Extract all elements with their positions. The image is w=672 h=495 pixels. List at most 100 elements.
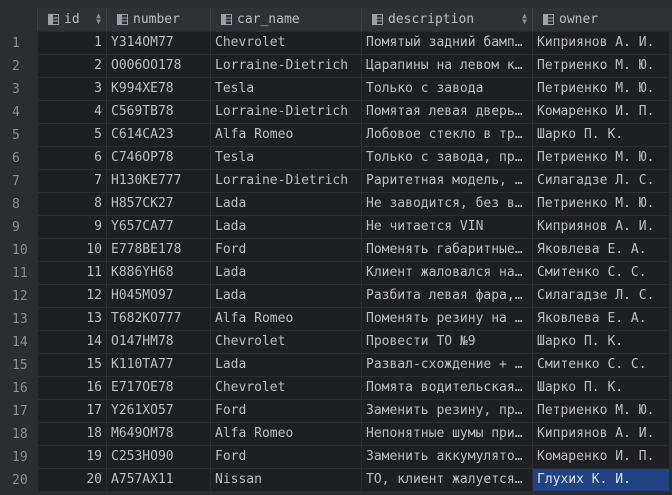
cell-car-name[interactable]: Lada [210, 262, 361, 285]
cell-description[interactable]: Провести ТО №9 [361, 331, 532, 354]
cell-owner[interactable]: Петриенко М. Ю. [532, 55, 669, 78]
cell-number[interactable]: K110TA77 [106, 354, 210, 377]
cell-owner[interactable]: Комаренко И. П. [532, 101, 669, 124]
cell-car-name[interactable]: Lada [210, 285, 361, 308]
table-row[interactable]: 13 13 T682KO777 Alfa Romeo Поменять резину н… [0, 308, 672, 331]
cell-car-name[interactable]: Lada [210, 354, 361, 377]
cell-description[interactable]: Поменять габаритные… [361, 239, 532, 262]
cell-id[interactable]: 14 [37, 331, 106, 354]
cell-number[interactable]: E778BE178 [106, 239, 210, 262]
cell-id[interactable]: 15 [37, 354, 106, 377]
row-number[interactable]: 5 [0, 124, 37, 147]
cell-number[interactable]: T682KO777 [106, 308, 210, 331]
cell-id[interactable]: 7 [37, 170, 106, 193]
cell-description[interactable]: Заменить аккумулято… [361, 446, 532, 469]
cell-description[interactable]: Заменить резину, пр… [361, 400, 532, 423]
cell-id[interactable]: 1 [37, 32, 106, 55]
row-number[interactable]: 3 [0, 78, 37, 101]
table-row[interactable]: 19 19 C253HO90 Ford Заменить аккумулято… Кома… [0, 446, 672, 469]
cell-number[interactable]: Y657CA77 [106, 216, 210, 239]
cell-number[interactable]: K994XE78 [106, 78, 210, 101]
cell-number[interactable]: C614CA23 [106, 124, 210, 147]
cell-owner[interactable]: Силагадзе Л. С. [532, 170, 669, 193]
table-row[interactable]: 18 18 M649OM78 Alfa Romeo Непонятные шумы пр… [0, 423, 672, 446]
cell-number[interactable]: O006OO178 [106, 55, 210, 78]
cell-id[interactable]: 5 [37, 124, 106, 147]
row-number[interactable]: 19 [0, 446, 37, 469]
cell-car-name[interactable]: Chevrolet [210, 377, 361, 400]
row-number[interactable]: 9 [0, 216, 37, 239]
cell-number[interactable]: M649OM78 [106, 423, 210, 446]
row-number[interactable]: 14 [0, 331, 37, 354]
cell-description[interactable]: Царапины на левом к… [361, 55, 532, 78]
cell-description[interactable]: Только с завода, пр… [361, 147, 532, 170]
cell-owner[interactable]: Глухих К. И. [532, 469, 669, 492]
cell-car-name[interactable]: Ford [210, 239, 361, 262]
cell-number[interactable]: Y314OM77 [106, 32, 210, 55]
row-number[interactable]: 1 [0, 32, 37, 55]
cell-owner[interactable]: Шарко П. К. [532, 377, 669, 400]
cell-owner[interactable]: Петриенко М. Ю. [532, 400, 669, 423]
cell-number[interactable]: O147HM78 [106, 331, 210, 354]
table-row[interactable]: 9 9 Y657CA77 Lada Не читается VIN Киприянов А… [0, 216, 672, 239]
row-number[interactable]: 17 [0, 400, 37, 423]
cell-id[interactable]: 6 [37, 147, 106, 170]
cell-number[interactable]: E717OE78 [106, 377, 210, 400]
table-row[interactable]: 10 10 E778BE178 Ford Поменять габаритные… Яко… [0, 239, 672, 262]
table-row[interactable]: 8 8 H857CK27 Lada Не заводится, без в… Петрие… [0, 193, 672, 216]
cell-id[interactable]: 16 [37, 377, 106, 400]
cell-owner[interactable]: Силагадзе Л. С. [532, 285, 669, 308]
cell-id[interactable]: 10 [37, 239, 106, 262]
table-row[interactable]: 14 14 O147HM78 Chevrolet Провести ТО №9 Шарко… [0, 331, 672, 354]
cell-car-name[interactable]: Ford [210, 400, 361, 423]
table-row[interactable]: 2 2 O006OO178 Lorraine-Dietrich Царапины на … [0, 55, 672, 78]
cell-number[interactable]: H857CK27 [106, 193, 210, 216]
cell-id[interactable]: 12 [37, 285, 106, 308]
table-row[interactable]: 3 3 K994XE78 Tesla Только с завода Петриенко … [0, 78, 672, 101]
column-header-description[interactable]: description ▲ ▼ [361, 8, 532, 31]
cell-description[interactable]: Поменять резину на … [361, 308, 532, 331]
table-row[interactable]: 20 20 A757AX11 Nissan ТО, клиент жалуется… Гл… [0, 469, 672, 492]
cell-id[interactable]: 4 [37, 101, 106, 124]
row-number[interactable]: 7 [0, 170, 37, 193]
cell-number[interactable]: C253HO90 [106, 446, 210, 469]
cell-description[interactable]: Только с завода [361, 78, 532, 101]
sort-arrows-icon[interactable]: ▲ ▼ [521, 12, 528, 26]
cell-description[interactable]: Клиент жаловался на… [361, 262, 532, 285]
table-row[interactable]: 4 4 C569TB78 Lorraine-Dietrich Помятая левая… [0, 101, 672, 124]
cell-number[interactable]: C569TB78 [106, 101, 210, 124]
column-header-id[interactable]: id ▲ ▼ [37, 8, 106, 31]
row-number[interactable]: 11 [0, 262, 37, 285]
cell-owner[interactable]: Смитенко С. С. [532, 354, 669, 377]
cell-description[interactable]: Развал-схождение + … [361, 354, 532, 377]
table-row[interactable]: 1 1 Y314OM77 Chevrolet Помятый задний бамп… К… [0, 32, 672, 55]
cell-id[interactable]: 20 [37, 469, 106, 492]
table-row[interactable]: 5 5 C614CA23 Alfa Romeo Лобовое стекло в тр…… [0, 124, 672, 147]
row-number[interactable]: 12 [0, 285, 37, 308]
cell-car-name[interactable]: Lorraine-Dietrich [210, 170, 361, 193]
row-number[interactable]: 13 [0, 308, 37, 331]
cell-owner[interactable]: Комаренко И. П. [532, 446, 669, 469]
cell-id[interactable]: 11 [37, 262, 106, 285]
column-header-car-name[interactable]: car_name [210, 8, 361, 31]
cell-car-name[interactable]: Lada [210, 216, 361, 239]
cell-owner[interactable]: Киприянов А. И. [532, 216, 669, 239]
table-row[interactable]: 15 15 K110TA77 Lada Развал-схождение + … Смит… [0, 354, 672, 377]
table-row[interactable]: 7 7 H130KE777 Lorraine-Dietrich Раритетная м… [0, 170, 672, 193]
cell-description[interactable]: Не читается VIN [361, 216, 532, 239]
cell-number[interactable]: H045MO97 [106, 285, 210, 308]
row-number[interactable]: 4 [0, 101, 37, 124]
cell-owner[interactable]: Петриенко М. Ю. [532, 147, 669, 170]
cell-description[interactable]: Помятая левая дверь… [361, 101, 532, 124]
cell-owner[interactable]: Яковлева Е. А. [532, 308, 669, 331]
cell-car-name[interactable]: Nissan [210, 469, 361, 492]
cell-id[interactable]: 8 [37, 193, 106, 216]
cell-car-name[interactable]: Alfa Romeo [210, 124, 361, 147]
cell-car-name[interactable]: Lorraine-Dietrich [210, 101, 361, 124]
table-row[interactable]: 6 6 C746OP78 Tesla Только с завода, пр… Петри… [0, 147, 672, 170]
cell-car-name[interactable]: Alfa Romeo [210, 423, 361, 446]
cell-number[interactable]: Y261XO57 [106, 400, 210, 423]
cell-description[interactable]: Не заводится, без в… [361, 193, 532, 216]
row-number[interactable]: 2 [0, 55, 37, 78]
cell-description[interactable]: Лобовое стекло в тр… [361, 124, 532, 147]
